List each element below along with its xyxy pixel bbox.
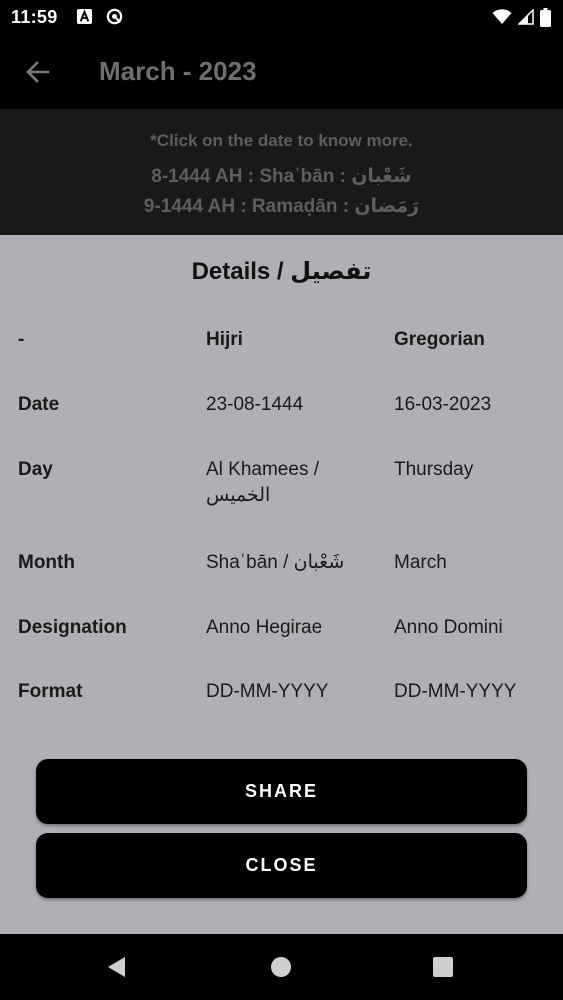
hijri-date-value: 23-08-1444: [206, 394, 304, 415]
row-label-designation: Designation: [18, 617, 127, 638]
share-button[interactable]: SHARE: [36, 759, 527, 824]
status-bar: 11:59: [0, 0, 563, 34]
row-label-day: Day: [18, 459, 53, 480]
status-time: 11:59: [11, 7, 58, 27]
hijri-month-line[interactable]: 9-1444 AH : Ramaḍān : رَمَضان: [0, 195, 563, 218]
row-label-format: Format: [18, 681, 83, 702]
details-title: Details / تفصيل: [191, 258, 372, 285]
details-sheet: Details / تفصيل - Hijri Gregorian Date 2…: [0, 235, 563, 934]
signal-icon: [518, 9, 534, 25]
hijri-format-value: DD-MM-YYYY: [206, 681, 329, 702]
hijri-month-value: Shaʿbān / شَعْبان: [206, 552, 345, 573]
arrow-left-icon[interactable]: [22, 56, 54, 88]
row-label-date: Date: [18, 394, 60, 415]
hijri-day-value: Al Khamees / الخميس: [206, 459, 319, 506]
hijri-month-line[interactable]: 8-1444 AH : Shaʿbān : شَعْبان: [0, 165, 563, 188]
row-label-month: Month: [18, 552, 75, 573]
gregorian-date-value: 16-03-2023: [394, 394, 492, 415]
home-circle-icon[interactable]: [268, 954, 294, 980]
close-button[interactable]: CLOSE: [36, 833, 527, 898]
gregorian-format-value: DD-MM-YYYY: [394, 681, 517, 702]
system-nav-bar: [0, 934, 563, 1000]
hijri-designation-value: Anno Hegirae: [206, 617, 323, 638]
info-hint: *Click on the date to know more.: [150, 131, 413, 150]
app-bar: March - 2023: [0, 34, 563, 109]
table-header-label: -: [18, 329, 25, 350]
battery-icon: [540, 7, 551, 27]
table-header-gregorian: Gregorian: [394, 329, 485, 350]
gregorian-day-value: Thursday: [394, 459, 474, 480]
recents-square-icon[interactable]: [430, 954, 456, 980]
table-header-hijri: Hijri: [206, 329, 243, 350]
wifi-icon: [492, 9, 512, 24]
back-triangle-icon[interactable]: [104, 954, 130, 980]
page-title: March - 2023: [99, 56, 257, 86]
gregorian-month-value: March: [394, 552, 447, 573]
sync-circle-icon: [106, 8, 123, 25]
gregorian-designation-value: Anno Domini: [394, 617, 503, 638]
a-notification-icon: [76, 8, 93, 25]
month-info-panel: *Click on the date to know more. 8-1444 …: [0, 109, 563, 235]
